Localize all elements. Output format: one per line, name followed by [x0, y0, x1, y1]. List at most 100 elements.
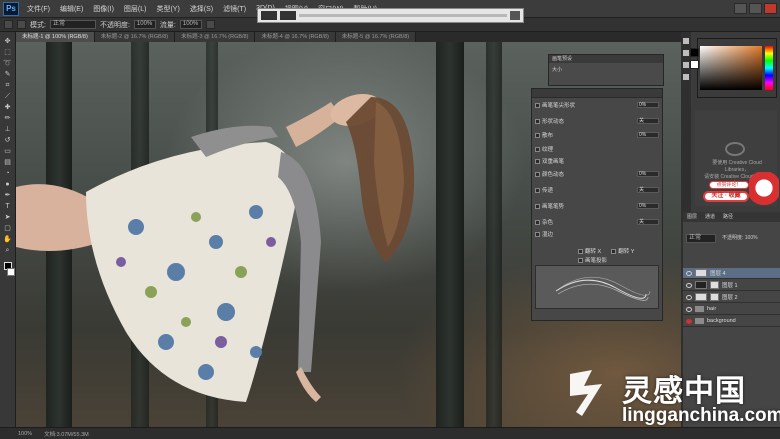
airbrush-icon[interactable]: [205, 20, 215, 29]
flow-field[interactable]: 100%: [179, 20, 202, 29]
checkbox[interactable]: [535, 132, 540, 138]
background-swatch[interactable]: [690, 60, 699, 69]
brush-preset-panel[interactable]: 画笔预设 大小: [548, 54, 664, 86]
floating-panel[interactable]: [257, 8, 524, 23]
dual-brush-row[interactable]: 双重画笔: [535, 157, 659, 165]
checkbox[interactable]: [535, 102, 540, 108]
clone-source-icon[interactable]: [683, 62, 689, 68]
wet-edges-row[interactable]: 湿边: [535, 230, 659, 238]
crop-tool-icon[interactable]: ⌗: [3, 82, 13, 90]
hue-slider[interactable]: [765, 46, 773, 90]
checkbox[interactable]: [535, 219, 540, 225]
transfer-row[interactable]: 传递 关: [535, 186, 659, 194]
row-value[interactable]: 关: [637, 187, 659, 193]
blend-mode-select[interactable]: 正常: [686, 234, 716, 243]
texture-row[interactable]: 纹理: [535, 145, 659, 153]
menu-filter[interactable]: 滤镜(T): [218, 4, 251, 14]
shape-tool-icon[interactable]: ▢: [3, 225, 13, 233]
menu-edit[interactable]: 编辑(E): [55, 4, 88, 14]
checkbox[interactable]: [535, 231, 540, 237]
flip-y-checkbox[interactable]: [611, 248, 617, 254]
mode-select[interactable]: 正常: [49, 20, 96, 29]
brush-icon[interactable]: [683, 50, 689, 56]
visibility-eye-icon[interactable]: [686, 306, 692, 312]
color-dynamics-row[interactable]: 颜色动态 0%: [535, 170, 659, 178]
brush-tool-icon[interactable]: ✏: [3, 115, 13, 123]
checkbox[interactable]: [535, 146, 540, 152]
path-select-tool-icon[interactable]: ➤: [3, 214, 13, 222]
panel-close-icon[interactable]: [510, 11, 520, 20]
layer-row[interactable]: background: [683, 316, 780, 327]
menu-image[interactable]: 图像(I): [88, 4, 119, 14]
info-icon[interactable]: [683, 74, 689, 80]
layer-row[interactable]: 图层 2: [683, 292, 780, 303]
doc-tab-5[interactable]: 未标题-5 @ 16.7% (RGB/8): [335, 32, 417, 42]
gradient-tool-icon[interactable]: ▤: [3, 159, 13, 167]
row-value[interactable]: 0%: [637, 203, 659, 209]
type-tool-icon[interactable]: T: [3, 203, 13, 211]
brush-tool-icon[interactable]: [4, 20, 13, 29]
pen-tool-icon[interactable]: ✒: [3, 192, 13, 200]
doc-tab-4[interactable]: 未标题-4 @ 16.7% (RGB/8): [255, 32, 336, 42]
eraser-tool-icon[interactable]: ▭: [3, 148, 13, 156]
panel-slot-icon[interactable]: [261, 11, 277, 20]
quick-select-tool-icon[interactable]: ✎: [3, 71, 13, 79]
visibility-eye-icon[interactable]: [686, 270, 692, 276]
row-value[interactable]: 关: [637, 219, 659, 225]
layer-opacity[interactable]: 不透明度: 100%: [722, 234, 758, 243]
lasso-tool-icon[interactable]: ➰: [3, 60, 13, 68]
checkbox[interactable]: [535, 118, 540, 124]
foreground-swatch[interactable]: [690, 48, 699, 57]
checkbox[interactable]: [535, 171, 540, 177]
brush-preset-icon[interactable]: [17, 20, 26, 29]
projection-checkbox[interactable]: [578, 257, 583, 263]
scattering-row[interactable]: 散布 0%: [535, 131, 659, 139]
zoom-level[interactable]: 100%: [18, 431, 32, 437]
menu-type[interactable]: 类型(Y): [151, 4, 184, 14]
healing-tool-icon[interactable]: ✚: [3, 104, 13, 112]
menu-file[interactable]: 文件(F): [22, 4, 55, 14]
background-color-swatch[interactable]: [6, 268, 15, 276]
zoom-tool-icon[interactable]: ⌕: [3, 247, 13, 255]
layer-row[interactable]: 图层 1: [683, 280, 780, 291]
color-picker-field[interactable]: [700, 46, 762, 90]
tab-layers[interactable]: 图层: [683, 212, 701, 222]
blur-tool-icon[interactable]: ◔: [3, 170, 13, 178]
history-brush-tool-icon[interactable]: ↺: [3, 137, 13, 145]
history-icon[interactable]: [683, 38, 689, 44]
shape-dynamics-row[interactable]: 形状动态 关: [535, 117, 659, 125]
layer-row[interactable]: 图层 4: [683, 268, 780, 279]
row-value[interactable]: 0%: [637, 132, 659, 138]
row-value[interactable]: 0%: [637, 171, 659, 177]
visibility-eye-icon[interactable]: [686, 318, 692, 324]
panel-slot-icon[interactable]: [280, 11, 296, 20]
brush-pose-row[interactable]: 画笔笔势 0%: [535, 202, 659, 210]
eyedropper-tool-icon[interactable]: ⟋: [3, 93, 13, 101]
hand-tool-icon[interactable]: ✋: [3, 236, 13, 244]
checkbox[interactable]: [535, 158, 540, 164]
stamp-tool-icon[interactable]: ⊥: [3, 126, 13, 134]
brush-tip-row[interactable]: 画笔笔尖形状 0%: [535, 101, 659, 109]
row-value[interactable]: 关: [637, 118, 659, 124]
flip-x-checkbox[interactable]: [578, 248, 583, 254]
menu-layer[interactable]: 图层(L): [119, 4, 152, 14]
tab-paths[interactable]: 路径: [719, 212, 737, 222]
row-value[interactable]: 0%: [637, 102, 659, 108]
maximize-button[interactable]: [749, 3, 762, 14]
checkbox[interactable]: [535, 187, 540, 193]
doc-tab-2[interactable]: 未标题-2 @ 16.7% (RGB/8): [94, 32, 176, 42]
close-button[interactable]: [764, 3, 777, 14]
opacity-field[interactable]: 100%: [133, 20, 156, 29]
tab-channels[interactable]: 通道: [701, 212, 719, 222]
visibility-eye-icon[interactable]: [686, 294, 692, 300]
doc-tab-1[interactable]: 未标题-1 @ 100% (RGB/8): [16, 32, 95, 42]
noise-row[interactable]: 杂色 关: [535, 218, 659, 226]
menu-select[interactable]: 选择(S): [185, 4, 218, 14]
checkbox[interactable]: [535, 203, 540, 209]
visibility-eye-icon[interactable]: [686, 282, 692, 288]
minimize-button[interactable]: [734, 3, 747, 14]
marquee-tool-icon[interactable]: ⬚: [3, 49, 13, 57]
doc-tab-3[interactable]: 未标题-3 @ 16.7% (RGB/8): [175, 32, 256, 42]
layer-row[interactable]: hair: [683, 304, 780, 315]
dodge-tool-icon[interactable]: ●: [3, 181, 13, 189]
